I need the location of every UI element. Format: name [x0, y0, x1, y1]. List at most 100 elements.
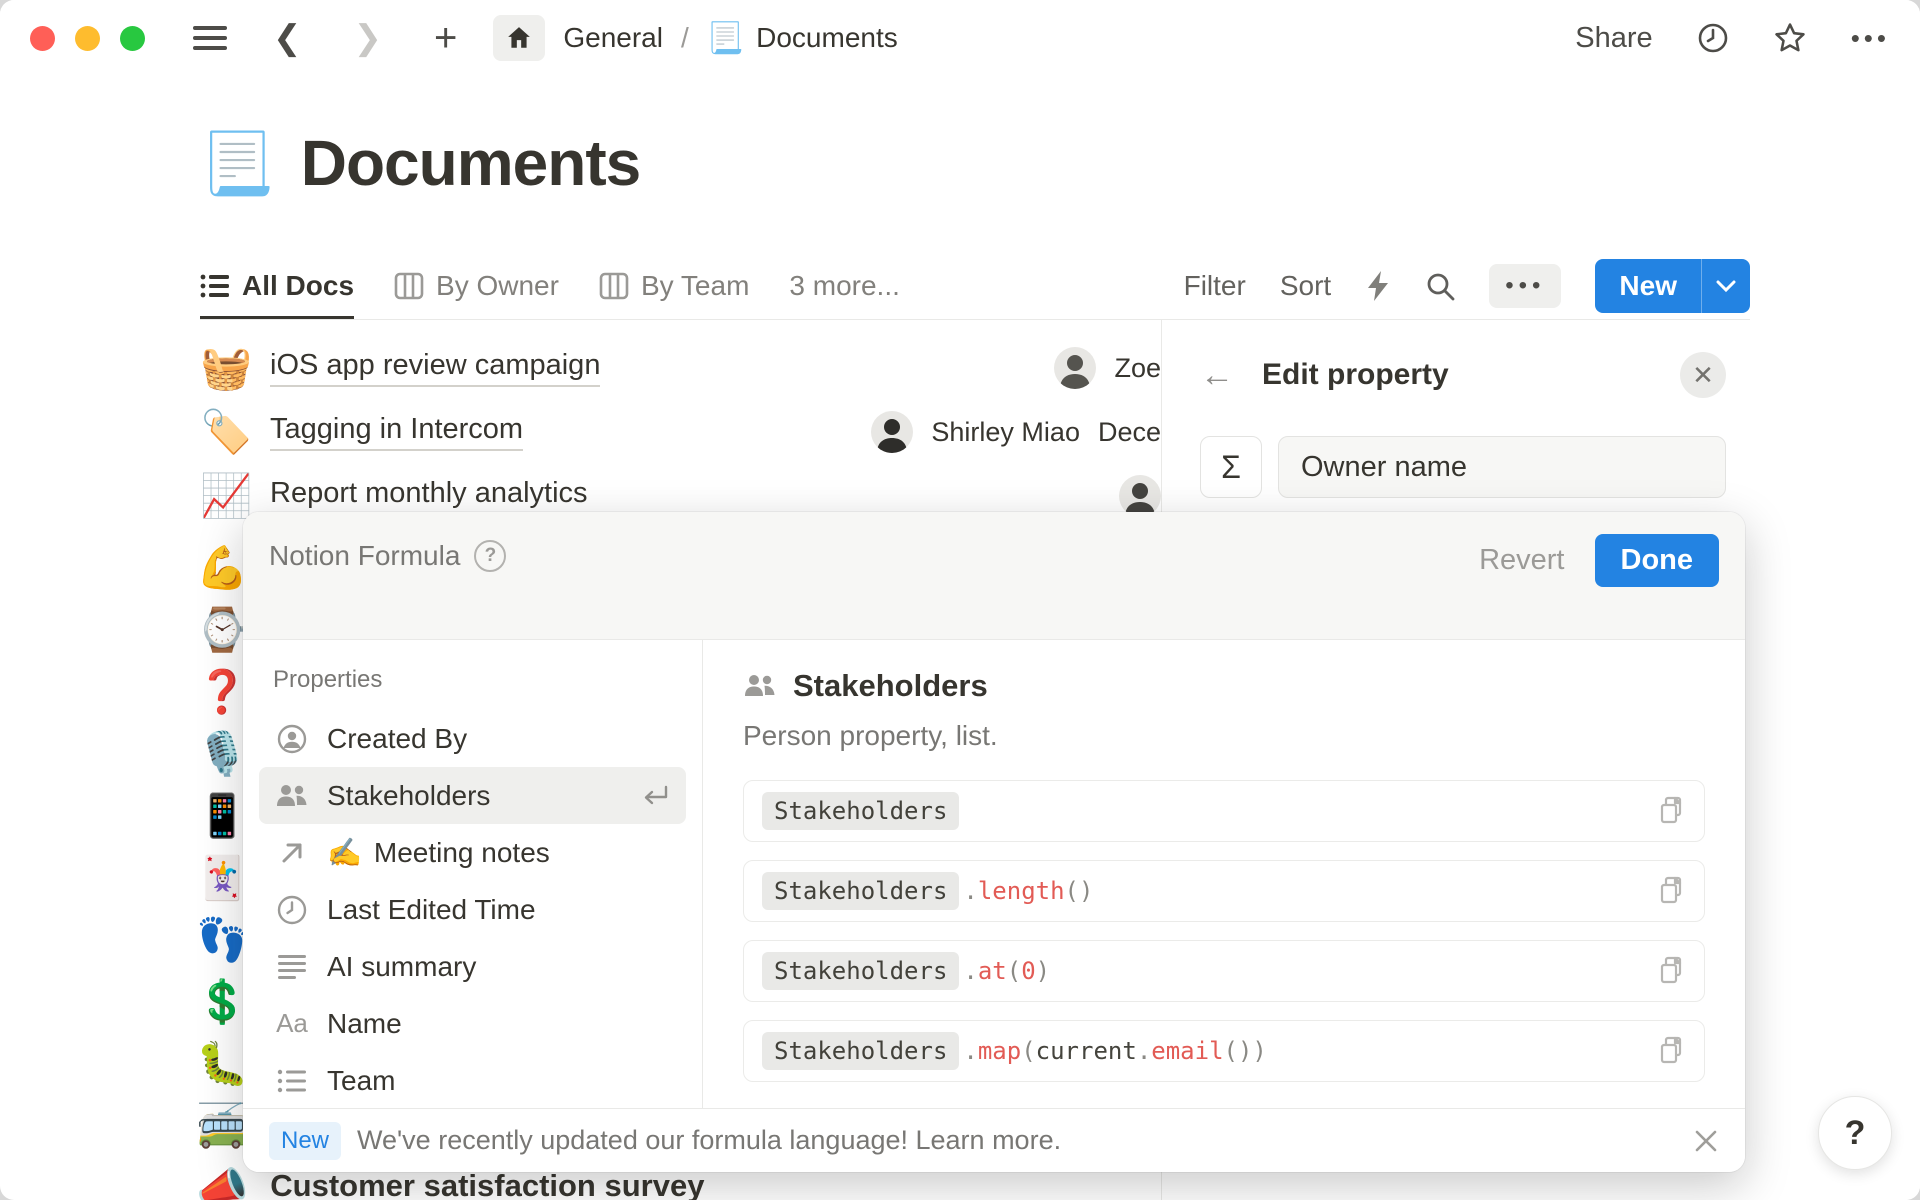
- person-icon: [275, 724, 309, 754]
- row-emoji: 📱: [196, 788, 248, 850]
- zoom-window-button[interactable]: [120, 26, 145, 51]
- new-dropdown-chevron-icon[interactable]: [1701, 259, 1750, 313]
- page-title[interactable]: Documents: [301, 126, 641, 200]
- property-label: Team: [327, 1065, 395, 1097]
- table-row[interactable]: 🧺 iOS app review campaign Zoe: [200, 336, 1161, 400]
- property-item-ai-summary[interactable]: AI summary: [259, 938, 686, 995]
- formula-example[interactable]: Stakeholders.at(0): [743, 940, 1705, 1002]
- favorite-star-icon[interactable]: [1773, 21, 1807, 55]
- property-item-meeting-notes[interactable]: ✍️ Meeting notes: [259, 824, 686, 881]
- bulleted-list-icon: [275, 1068, 309, 1094]
- share-button[interactable]: Share: [1575, 22, 1652, 55]
- person-name: Shirley Miao: [931, 417, 1080, 448]
- property-label: Stakeholders: [327, 780, 490, 812]
- property-name-input[interactable]: [1278, 436, 1726, 498]
- formula-example[interactable]: Stakeholders.map(current.email()): [743, 1020, 1705, 1082]
- help-button[interactable]: ?: [1818, 1096, 1892, 1170]
- row-title[interactable]: iOS app review campaign: [270, 349, 600, 387]
- code-token: .: [963, 877, 977, 905]
- back-icon[interactable]: ❮: [273, 18, 302, 58]
- formula-actions: Revert Done: [1479, 534, 1719, 587]
- database-toolbar: All Docs By Owner By Team 3 more... Filt…: [200, 252, 1750, 320]
- view-options-button[interactable]: •••: [1489, 264, 1561, 308]
- view-tabs: All Docs By Owner By Team 3 more...: [200, 252, 900, 319]
- sort-button[interactable]: Sort: [1280, 270, 1331, 302]
- code-token: ): [1036, 957, 1050, 985]
- automations-bolt-icon[interactable]: [1365, 270, 1391, 302]
- forward-icon[interactable]: ❯: [354, 18, 383, 58]
- row-emoji: ⌚: [196, 602, 248, 664]
- updates-clock-icon[interactable]: [1697, 22, 1729, 54]
- row-emoji: 🚎: [196, 1098, 248, 1160]
- close-icon[interactable]: [1693, 1128, 1719, 1154]
- row-title[interactable]: Customer satisfaction survey: [270, 1168, 704, 1200]
- notion-formula-label: Notion Formula ?: [269, 540, 506, 572]
- property-item-stakeholders[interactable]: Stakeholders: [259, 767, 686, 824]
- copy-icon[interactable]: [1658, 1036, 1686, 1066]
- formula-popup-header: Notion Formula ? Revert Done: [243, 512, 1745, 640]
- new-button[interactable]: New: [1595, 259, 1701, 313]
- property-label: Created By: [327, 723, 467, 755]
- formula-code: Stakeholders: [762, 792, 963, 830]
- tab-more-views[interactable]: 3 more...: [789, 252, 899, 319]
- minimize-window-button[interactable]: [75, 26, 100, 51]
- filter-button[interactable]: Filter: [1184, 270, 1246, 302]
- close-window-button[interactable]: [30, 26, 55, 51]
- code-token: 0: [1021, 957, 1035, 985]
- breadcrumb-page-emoji: 📃: [707, 21, 744, 56]
- row-emoji: 👣: [196, 912, 248, 974]
- property-item-created-by[interactable]: Created By: [259, 710, 686, 767]
- breadcrumb-page[interactable]: Documents: [756, 22, 898, 54]
- topbar-actions: Share •••: [1575, 21, 1890, 55]
- new-tab-icon[interactable]: +: [434, 16, 457, 61]
- row-meta: Zoe: [1054, 347, 1161, 389]
- page-emoji[interactable]: 📃: [200, 128, 275, 199]
- person-name: Zoe: [1114, 353, 1161, 384]
- code-token: .: [1137, 1037, 1151, 1065]
- enter-key-icon: [640, 784, 670, 808]
- tab-by-team[interactable]: By Team: [599, 252, 749, 319]
- done-button[interactable]: Done: [1595, 534, 1720, 587]
- avatar: [871, 411, 913, 453]
- close-icon[interactable]: ✕: [1680, 352, 1726, 398]
- window-topbar: ❮ ❯ + General / 📃 Documents Share •••: [0, 0, 1920, 76]
- banner-text[interactable]: We've recently updated our formula langu…: [357, 1125, 1061, 1156]
- row-title[interactable]: Tagging in Intercom: [270, 413, 523, 451]
- row-title[interactable]: Report monthly analytics: [270, 477, 588, 515]
- property-item-last-edited-time[interactable]: Last Edited Time: [259, 881, 686, 938]
- people-icon: [743, 672, 777, 700]
- code-token: at: [978, 957, 1007, 985]
- back-arrow-icon[interactable]: ←: [1200, 356, 1234, 395]
- tab-label: 3 more...: [789, 270, 899, 302]
- list-view-icon: [200, 273, 230, 299]
- property-item-name[interactable]: Aa Name: [259, 995, 686, 1052]
- tab-label: By Team: [641, 270, 749, 302]
- formula-sigma-icon[interactable]: Σ: [1200, 436, 1262, 498]
- code-token: current: [1036, 1037, 1137, 1065]
- document-list: 🧺 iOS app review campaign Zoe 🏷️ Tagging…: [200, 336, 1161, 528]
- home-icon[interactable]: [493, 15, 545, 61]
- panel-title: Edit property: [1262, 358, 1449, 392]
- breadcrumb-root[interactable]: General: [563, 22, 663, 54]
- properties-column: Properties Created By Stakeholders: [243, 640, 703, 1108]
- tab-by-owner[interactable]: By Owner: [394, 252, 559, 319]
- property-item-team[interactable]: Team: [259, 1052, 686, 1109]
- copy-icon[interactable]: [1658, 956, 1686, 986]
- copy-icon[interactable]: [1658, 876, 1686, 906]
- row-meta: Shirley Miao Dece: [871, 411, 1161, 453]
- formula-code: Stakeholders.length(): [762, 872, 1093, 910]
- formula-example[interactable]: Stakeholders: [743, 780, 1705, 842]
- tab-all-docs[interactable]: All Docs: [200, 252, 354, 319]
- formula-help-icon[interactable]: ?: [474, 540, 506, 572]
- revert-button[interactable]: Revert: [1479, 544, 1564, 577]
- board-view-icon: [394, 272, 424, 300]
- sidebar-menu-icon[interactable]: [193, 25, 227, 51]
- board-view-icon: [599, 272, 629, 300]
- search-icon[interactable]: [1425, 271, 1455, 301]
- table-row[interactable]: 🏷️ Tagging in Intercom Shirley Miao Dece: [200, 400, 1161, 464]
- more-options-icon[interactable]: •••: [1851, 23, 1890, 54]
- formula-example[interactable]: Stakeholders.length(): [743, 860, 1705, 922]
- text-lines-icon: [275, 954, 309, 980]
- copy-icon[interactable]: [1658, 796, 1686, 826]
- property-label: Name: [327, 1008, 402, 1040]
